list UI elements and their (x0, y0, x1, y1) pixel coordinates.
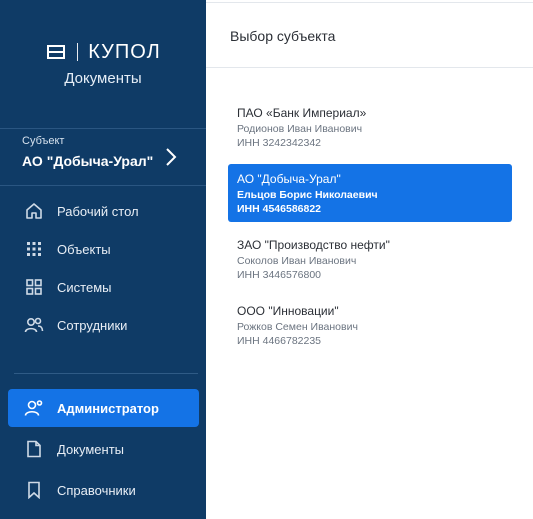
entity-person: Родионов Иван Иванович (237, 123, 363, 135)
entity-name: АО "Добыча-Урал" (237, 172, 341, 186)
brand-subtitle: Документы (64, 70, 142, 87)
subject-selector[interactable]: Субъект АО "Добыча-Урал" (0, 128, 206, 186)
bottom-nav: Администратор Документы Справочники (0, 389, 206, 509)
entity-item[interactable]: ПАО «Банк Империал» Родионов Иван Иванов… (228, 98, 512, 156)
subject-picker-panel: Выбор субъекта ПАО «Банк Империал» Родио… (206, 0, 533, 519)
entity-name: ЗАО "Производство нефти" (237, 238, 390, 252)
nav-divider (14, 373, 198, 374)
nav-label: Сотрудники (57, 317, 128, 333)
chevron-right-icon (164, 147, 178, 167)
entity-person: Рожков Семен Иванович (237, 321, 358, 333)
admin-icon (24, 398, 44, 418)
systems-icon (24, 277, 44, 297)
brand-mark-icon (45, 44, 67, 60)
entity-person: Соколов Иван Иванович (237, 255, 357, 267)
entity-name: ПАО «Банк Империал» (237, 106, 367, 120)
nav-label: Системы (57, 279, 112, 295)
nav-item-systems[interactable]: Системы (0, 268, 206, 306)
nav-label: Справочники (57, 482, 136, 498)
brand-name: КУПОЛ (88, 40, 161, 63)
entity-inn: ИНН 4466782235 (237, 335, 322, 347)
nav-item-admin[interactable]: Администратор (8, 389, 199, 427)
subject-caption: Субъект (22, 135, 65, 147)
entity-inn: ИНН 3242342342 (237, 137, 322, 149)
subject-name: АО "Добыча-Урал" (22, 153, 154, 169)
nav-item-references[interactable]: Справочники (0, 471, 206, 509)
people-icon (24, 315, 44, 335)
nav-item-objects[interactable]: Объекты (0, 230, 206, 268)
bookmark-icon (24, 480, 44, 500)
entity-inn: ИНН 4546586822 (237, 203, 322, 215)
sidebar: КУПОЛ Документы Субъект АО "Добыча-Урал"… (0, 0, 206, 519)
entity-name: ООО "Инновации" (237, 304, 339, 318)
logo: КУПОЛ Документы (0, 40, 206, 87)
nav-label: Администратор (57, 400, 159, 416)
home-icon (24, 201, 44, 221)
entity-item[interactable]: ЗАО "Производство нефти" Соколов Иван Ив… (228, 230, 512, 288)
nav-item-documents[interactable]: Документы (0, 430, 206, 468)
entity-inn: ИНН 3446576800 (237, 269, 322, 281)
entity-item[interactable]: ООО "Инновации" Рожков Семен Иванович ИН… (228, 296, 512, 354)
document-icon (24, 439, 44, 459)
panel-header: Выбор субъекта (206, 0, 533, 68)
main-nav: Рабочий стол Объекты Системы Сотрудники (0, 192, 206, 344)
entity-person: Ельцов Борис Николаевич (237, 189, 378, 201)
app-root: КУПОЛ Документы Субъект АО "Добыча-Урал"… (0, 0, 533, 519)
nav-item-employees[interactable]: Сотрудники (0, 306, 206, 344)
nav-label: Документы (57, 441, 125, 457)
entity-list: ПАО «Банк Империал» Родионов Иван Иванов… (228, 98, 512, 362)
nav-label: Объекты (57, 241, 111, 257)
nav-item-desktop[interactable]: Рабочий стол (0, 192, 206, 230)
panel-title: Выбор субъекта (230, 28, 336, 44)
entity-item-selected[interactable]: АО "Добыча-Урал" Ельцов Борис Николаевич… (228, 164, 512, 222)
logo-separator (77, 43, 79, 61)
grid-dots-icon (24, 239, 44, 259)
nav-label: Рабочий стол (57, 203, 139, 219)
